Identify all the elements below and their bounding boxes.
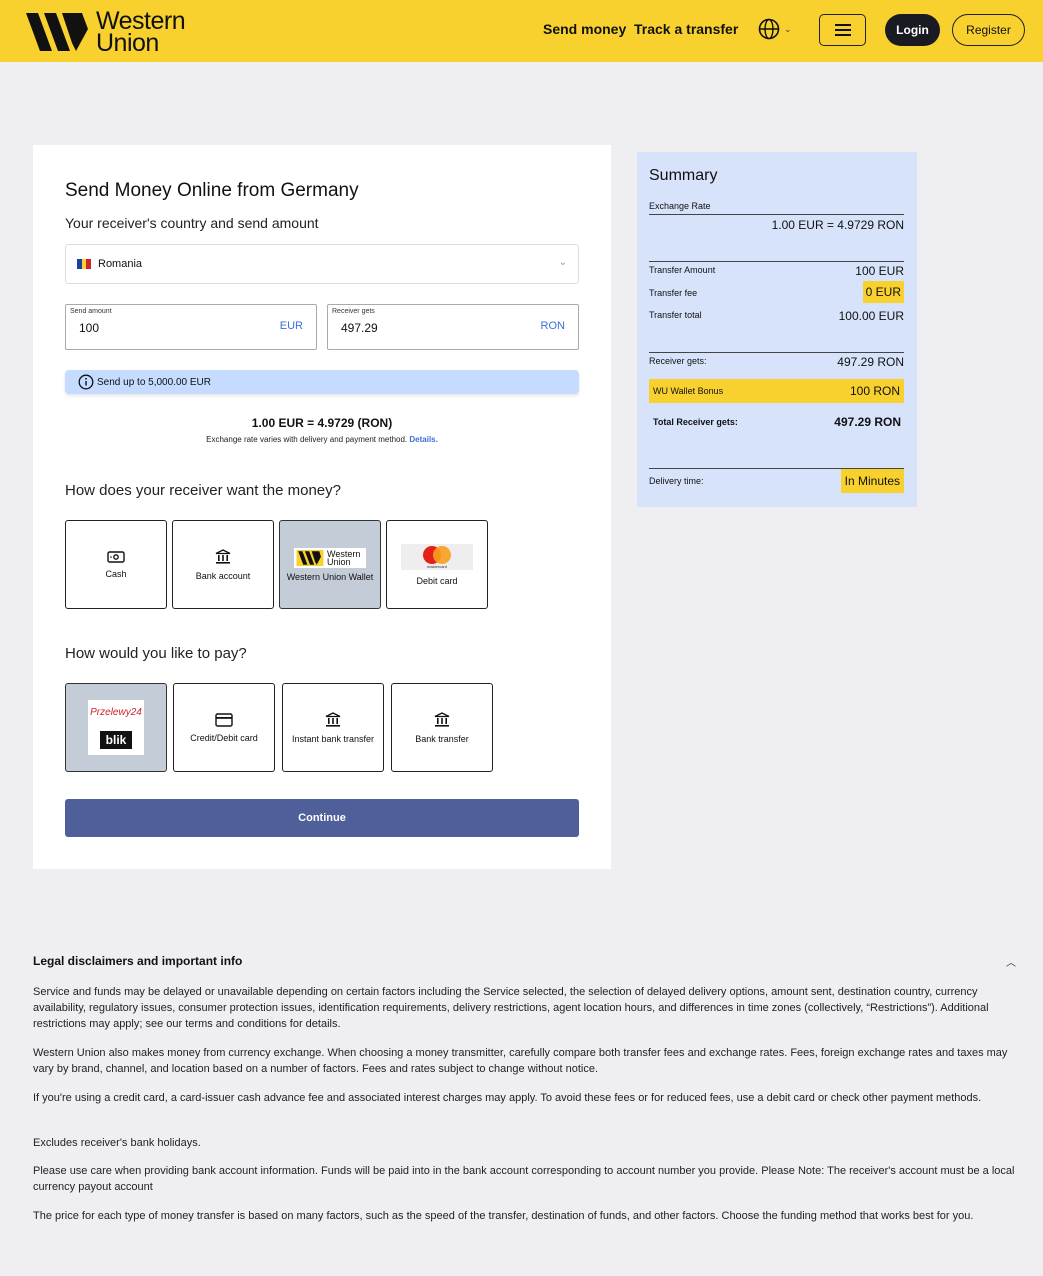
- bank-icon: [325, 711, 341, 728]
- send-money-form: Send Money Online from Germany Your rece…: [33, 145, 611, 869]
- western-union-wallet-logo-icon: Western Union: [294, 547, 366, 568]
- przelewy24-text: Przelewy24: [90, 706, 142, 718]
- mastercard-text: mastercard: [426, 563, 447, 569]
- nav-send-money[interactable]: Send money: [543, 21, 626, 37]
- legal-paragraph: Service and funds may be delayed or unav…: [33, 986, 989, 1030]
- country-name: Romania: [98, 258, 143, 270]
- transfer-total-label: Transfer total: [649, 310, 702, 320]
- send-limit-notice: Send up to 5,000.00 EUR: [65, 370, 579, 394]
- send-currency: EUR: [279, 320, 303, 332]
- option-label: Western Union Wallet: [286, 571, 374, 582]
- western-union-logo[interactable]: Western Union: [26, 9, 186, 57]
- summary-panel: Summary Exchange Rate 1.00 EUR = 4.9729 …: [637, 152, 917, 507]
- transfer-fee-value: 0 EUR: [862, 281, 904, 303]
- exchange-rate-label: Exchange Rate: [649, 201, 711, 211]
- divider: [649, 352, 904, 353]
- exchange-rate: 1.00 EUR = 4.9729 (RON): [251, 416, 393, 430]
- send-amount-field[interactable]: Send amount EUR: [65, 304, 317, 350]
- transfer-amount-value: 100 EUR: [855, 264, 904, 278]
- wallet-bonus-value: 100 RON: [849, 384, 900, 398]
- language-selector[interactable]: ⌄: [758, 18, 792, 40]
- receive-option-cash[interactable]: Cash: [65, 520, 167, 609]
- site-header: Western Union Send money Track a transfe…: [0, 0, 1043, 62]
- rate-note-text: Exchange rate varies with delivery and p…: [206, 435, 408, 444]
- total-receiver-gets-value: 497.29 RON: [834, 415, 901, 429]
- transfer-fee-label: Transfer fee: [649, 288, 698, 298]
- option-label: Debit card: [416, 575, 458, 586]
- logo-line-2: Union: [96, 29, 159, 57]
- divider: [649, 261, 904, 262]
- cash-icon: [107, 550, 125, 563]
- przelewy24-blik-logo-icon: Przelewy24 blik: [88, 700, 144, 755]
- nav-track-transfer[interactable]: Track a transfer: [634, 21, 738, 37]
- wallet-logo-line-2: Union: [327, 556, 351, 567]
- option-label: Cash: [105, 568, 127, 579]
- send-amount-input[interactable]: [79, 321, 239, 335]
- option-label: Instant bank transfer: [291, 733, 375, 744]
- page-title: Send Money Online from Germany: [65, 180, 359, 201]
- option-label: Bank account: [195, 570, 251, 581]
- total-receiver-gets-label: Total Receiver gets:: [653, 417, 738, 427]
- receive-method-title: How does your receiver want the money?: [65, 482, 341, 499]
- logo-wordmark: Western Union: [96, 9, 186, 57]
- continue-button[interactable]: Continue: [65, 799, 579, 837]
- legal-paragraph: Please use care when providing bank acco…: [33, 1165, 1015, 1193]
- divider: [649, 214, 904, 215]
- blik-text: blik: [99, 730, 133, 749]
- chevron-down-icon: ⌄: [784, 23, 792, 34]
- exchange-rate-note: Exchange rate varies with delivery and p…: [33, 435, 611, 444]
- receive-option-debit-card[interactable]: mastercard Debit card: [386, 520, 488, 609]
- receiver-gets-value: 497.29 RON: [837, 355, 904, 369]
- mastercard-icon: mastercard: [401, 543, 473, 570]
- transfer-total-value: 100.00 EUR: [838, 309, 904, 323]
- delivery-time-label: Delivery time:: [649, 476, 704, 486]
- pay-option-instant-bank-transfer[interactable]: Instant bank transfer: [282, 683, 384, 772]
- form-subtitle: Your receiver's country and send amount: [65, 215, 319, 231]
- payment-method-title: How would you like to pay?: [65, 645, 247, 662]
- delivery-time-value: In Minutes: [840, 469, 904, 493]
- chevron-down-icon: ⌄: [558, 257, 567, 268]
- send-limit-text: Send up to 5,000.00 EUR: [97, 376, 211, 388]
- credit-card-icon: [215, 712, 233, 727]
- legal-section-title: Legal disclaimers and important info: [33, 954, 243, 968]
- bank-icon: [215, 548, 231, 565]
- romania-flag-icon: [77, 259, 92, 269]
- login-button[interactable]: Login: [885, 14, 940, 46]
- hamburger-icon: [834, 24, 851, 36]
- legal-paragraph: Excludes receiver's bank holidays.: [33, 1137, 201, 1149]
- register-button[interactable]: Register: [952, 14, 1025, 46]
- wallet-bonus-label: WU Wallet Bonus: [653, 386, 724, 396]
- pay-option-bank-transfer[interactable]: Bank transfer: [391, 683, 493, 772]
- send-amount-label: Send amount: [70, 308, 112, 315]
- receive-option-wu-wallet[interactable]: Western Union Western Union Wallet: [279, 520, 381, 609]
- pay-option-przelewy24-blik[interactable]: Przelewy24 blik: [65, 683, 167, 772]
- receive-currency: RON: [540, 320, 565, 332]
- receive-amount-label: Receiver gets: [332, 308, 375, 315]
- exchange-rate-value: 1.00 EUR = 4.9729 RON: [771, 218, 904, 232]
- receive-amount-input[interactable]: [341, 321, 501, 335]
- info-icon: [78, 374, 94, 390]
- chevron-up-icon[interactable]: ︿: [1006, 954, 1016, 969]
- receive-amount-field[interactable]: Receiver gets RON: [327, 304, 579, 350]
- receiver-gets-label: Receiver gets:: [649, 356, 707, 366]
- western-union-w-icon: [26, 13, 88, 51]
- country-select[interactable]: Romania ⌄: [65, 244, 579, 284]
- legal-paragraph: If you're using a credit card, a card-is…: [33, 1092, 982, 1104]
- receive-option-bank-account[interactable]: Bank account: [172, 520, 274, 609]
- legal-paragraph: The price for each type of money transfe…: [33, 1210, 974, 1222]
- option-label: Bank transfer: [415, 733, 469, 744]
- globe-icon: [758, 18, 780, 40]
- summary-title: Summary: [649, 167, 718, 184]
- pay-option-credit-debit-card[interactable]: Credit/Debit card: [173, 683, 275, 772]
- option-label: Credit/Debit card: [190, 732, 258, 743]
- transfer-amount-label: Transfer Amount: [649, 265, 716, 275]
- legal-paragraph: Western Union also makes money from curr…: [33, 1047, 1008, 1075]
- menu-button[interactable]: [819, 14, 866, 46]
- bank-icon: [434, 711, 450, 728]
- rate-details-link[interactable]: Details.: [409, 435, 437, 444]
- wallet-bonus-row: WU Wallet Bonus 100 RON: [649, 379, 904, 403]
